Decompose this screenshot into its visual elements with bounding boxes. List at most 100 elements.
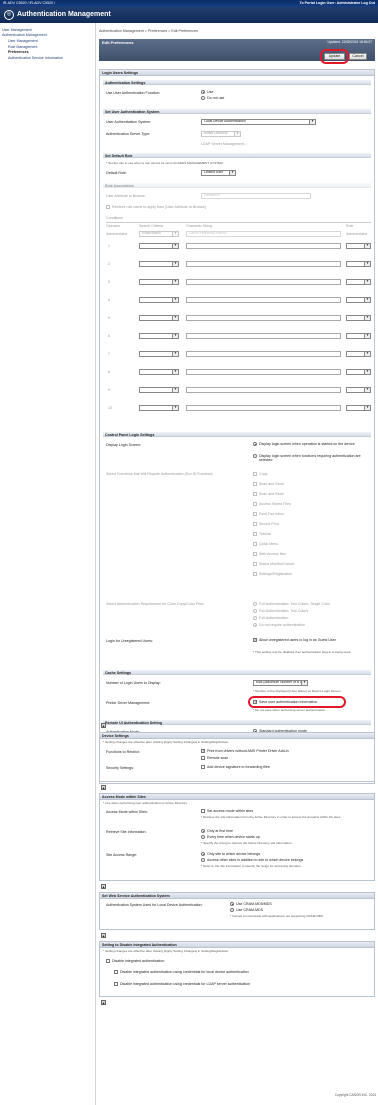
role-row-role-select[interactable] bbox=[346, 369, 371, 375]
web-opt2-radio[interactable] bbox=[230, 908, 234, 912]
integrated-note: * Setting changes are effective after cl… bbox=[103, 949, 229, 953]
screen-label: Display Login Screen: bbox=[106, 443, 141, 447]
expand-icon[interactable]: ▴ bbox=[101, 723, 106, 728]
access-mode-note: * Retrieve the site information from the… bbox=[201, 815, 342, 819]
fn-restrict-print-checkbox[interactable] bbox=[201, 749, 205, 754]
role-row-number: 5 bbox=[108, 316, 110, 320]
sidebar-item-preferences[interactable]: Preferences bbox=[2, 50, 93, 54]
role-row-role-select[interactable] bbox=[346, 261, 371, 267]
top-links[interactable]: To Portal Login User: Administrator Log … bbox=[300, 1, 375, 5]
default-role-select[interactable]: Limited User bbox=[201, 170, 236, 176]
role-row-string-input[interactable] bbox=[186, 333, 341, 339]
retrieve-first-radio[interactable] bbox=[201, 829, 205, 833]
role-row-string-input[interactable] bbox=[186, 315, 341, 321]
security-checkbox[interactable] bbox=[201, 765, 205, 769]
unreg-checkbox[interactable] bbox=[253, 638, 257, 643]
col-operator: Operator bbox=[106, 224, 121, 228]
login-users-section: Login Users Settings Authentication Sett… bbox=[99, 69, 375, 784]
system-select[interactable]: Local Device Authentication bbox=[201, 119, 316, 125]
expand-icon[interactable]: ▴ bbox=[101, 884, 106, 889]
role-row-role-select[interactable] bbox=[346, 279, 371, 285]
role-row-role-select[interactable] bbox=[346, 333, 371, 339]
screen-opt2-radio[interactable] bbox=[253, 454, 257, 458]
function-checkbox[interactable] bbox=[253, 502, 257, 506]
ldap-link[interactable]: LDAP Server Management... bbox=[201, 142, 247, 146]
retrieve-checkbox[interactable] bbox=[106, 205, 110, 209]
web-opt1-radio[interactable] bbox=[230, 902, 234, 906]
expand-icon[interactable]: ▴ bbox=[101, 933, 106, 938]
num-users-select[interactable]: Max (Maximum Number of a Device) bbox=[253, 680, 308, 686]
sidebar-item-user-management[interactable]: User Management bbox=[2, 39, 93, 43]
color-radio[interactable] bbox=[253, 602, 257, 606]
function-checkbox[interactable] bbox=[253, 552, 257, 556]
function-checkbox[interactable] bbox=[253, 512, 257, 516]
server-type-select[interactable]: Active Directory bbox=[201, 131, 241, 137]
top-bar: iR-ADV C5520 / iR-ADV C5520 / To Portal … bbox=[0, 0, 378, 7]
role-row-role-select[interactable] bbox=[346, 243, 371, 249]
role-row-search-select[interactable] bbox=[139, 279, 179, 285]
role-row-search-select[interactable] bbox=[139, 333, 179, 339]
role-row-search-select[interactable] bbox=[139, 405, 179, 411]
cancel-button[interactable]: Cancel bbox=[349, 53, 367, 60]
role-row-search-select[interactable] bbox=[139, 351, 179, 357]
color-radio[interactable] bbox=[253, 609, 257, 613]
role-row-role-select[interactable] bbox=[346, 405, 371, 411]
sidebar-item-auth-service-info[interactable]: Authentication Service Information bbox=[2, 56, 93, 60]
default-role-note: * Set the role to use when a role cannot… bbox=[106, 161, 224, 165]
screen-opt1-radio[interactable] bbox=[253, 442, 257, 446]
role-row-role-select[interactable] bbox=[346, 387, 371, 393]
function-checkbox[interactable] bbox=[253, 522, 257, 526]
role-row-string-input[interactable] bbox=[186, 279, 341, 285]
role-row-role-select[interactable] bbox=[346, 315, 371, 321]
sidebar-item-user-management-top[interactable]: User Management bbox=[2, 28, 93, 32]
role-row-search-select[interactable] bbox=[139, 297, 179, 303]
function-checkbox[interactable] bbox=[253, 482, 257, 486]
range-other-radio[interactable] bbox=[201, 858, 205, 862]
unreg-label: Login for Unregistered Users: bbox=[106, 639, 153, 643]
function-label: Scan and Store bbox=[259, 492, 284, 496]
row-admin-string[interactable]: Canon Peripheral Admins bbox=[186, 231, 341, 237]
row-admin-search[interactable]: Exact Match bbox=[139, 231, 179, 237]
role-row-search-select[interactable] bbox=[139, 387, 179, 393]
disable-integrated-checkbox[interactable] bbox=[106, 959, 110, 963]
role-row-search-select[interactable] bbox=[139, 243, 179, 249]
access-mode-checkbox[interactable] bbox=[201, 809, 205, 813]
role-row-search-select[interactable] bbox=[139, 369, 179, 375]
role-row-role-select[interactable] bbox=[346, 351, 371, 357]
role-row-number: 3 bbox=[108, 280, 110, 284]
role-row-search-select[interactable] bbox=[139, 261, 179, 267]
role-row-string-input[interactable] bbox=[186, 243, 341, 249]
user-attr-input[interactable]: memberOf bbox=[201, 193, 311, 199]
role-row-search-select[interactable] bbox=[139, 315, 179, 321]
role-row-string-input[interactable] bbox=[186, 405, 341, 411]
function-checkbox[interactable] bbox=[253, 472, 257, 476]
disable-local-checkbox[interactable] bbox=[114, 970, 118, 974]
color-radio[interactable] bbox=[253, 623, 257, 627]
function-checkbox[interactable] bbox=[253, 542, 257, 546]
fn-restrict-scan-checkbox[interactable] bbox=[201, 756, 205, 760]
retrieve-site-label: Retrieve Site Information: bbox=[106, 830, 147, 834]
expand-icon[interactable]: ▴ bbox=[101, 785, 106, 790]
role-row-string-input[interactable] bbox=[186, 261, 341, 267]
sidebar-item-authentication-management[interactable]: Authentication Management bbox=[2, 33, 93, 37]
role-row-role-select[interactable] bbox=[346, 297, 371, 303]
use-radio[interactable] bbox=[201, 90, 205, 94]
function-checkbox[interactable] bbox=[253, 532, 257, 536]
range-own-radio[interactable] bbox=[201, 852, 205, 856]
retrieve-every-radio[interactable] bbox=[201, 835, 205, 839]
printer-note: * Do not save when performing server aut… bbox=[253, 708, 326, 712]
function-checkbox[interactable] bbox=[253, 572, 257, 576]
color-radio[interactable] bbox=[253, 616, 257, 620]
expand-icon[interactable]: ▴ bbox=[101, 1000, 106, 1005]
do-not-use-radio[interactable] bbox=[201, 96, 205, 100]
system-label: User Authentication System: bbox=[106, 120, 152, 124]
role-row-number: 2 bbox=[108, 262, 110, 266]
role-row-string-input[interactable] bbox=[186, 387, 341, 393]
role-row-string-input[interactable] bbox=[186, 297, 341, 303]
role-row-string-input[interactable] bbox=[186, 351, 341, 357]
disable-ldap-checkbox[interactable] bbox=[114, 982, 118, 986]
function-checkbox[interactable] bbox=[253, 492, 257, 496]
role-row-string-input[interactable] bbox=[186, 369, 341, 375]
sidebar-item-role-management[interactable]: Role Management bbox=[2, 45, 93, 49]
function-checkbox[interactable] bbox=[253, 562, 257, 566]
